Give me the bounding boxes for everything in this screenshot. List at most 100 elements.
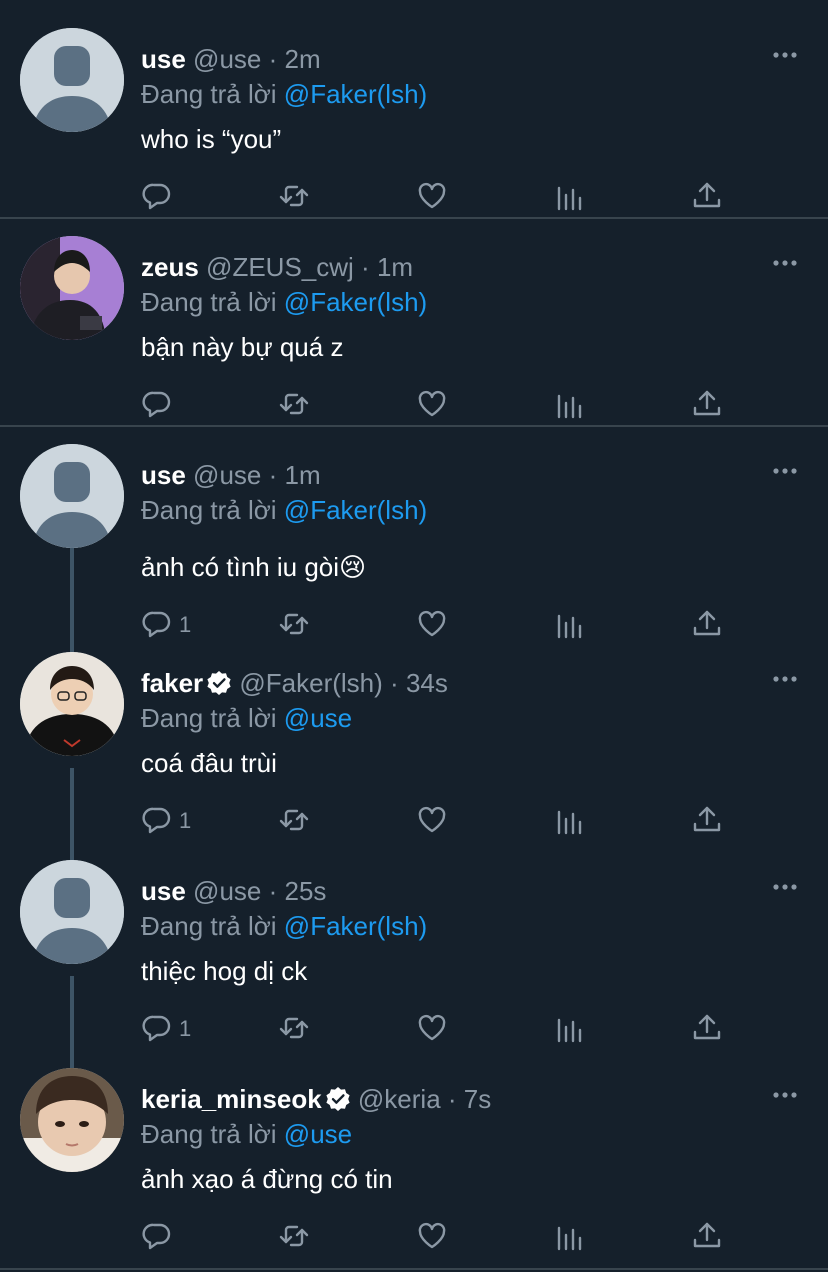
avatar[interactable]	[20, 444, 124, 548]
retweet-button[interactable]	[278, 804, 310, 838]
tweet[interactable]: keria_minseok @keria · 7s Đang trả lời @…	[0, 1068, 828, 1268]
reply-button[interactable]: 1	[141, 1012, 191, 1046]
tweet-actions	[141, 388, 741, 422]
retweet-icon	[279, 185, 309, 207]
more-options-icon[interactable]	[772, 878, 798, 896]
replying-to: Đang trả lời @Faker(lsh)	[141, 77, 427, 111]
display-name[interactable]: use	[141, 44, 186, 74]
tweet-actions: 1	[141, 1012, 741, 1046]
reply-icon	[142, 807, 171, 834]
user-handle[interactable]: @Faker(lsh)	[239, 668, 382, 698]
user-handle[interactable]: @use	[193, 460, 261, 490]
faker-photo-image	[20, 652, 124, 756]
more-options-icon[interactable]	[772, 1086, 798, 1104]
timestamp[interactable]: 34s	[406, 668, 448, 698]
analytics-button[interactable]	[554, 388, 586, 422]
avatar[interactable]	[20, 860, 124, 964]
analytics-button[interactable]	[554, 1220, 586, 1254]
user-handle[interactable]: @use	[193, 876, 261, 906]
tweet[interactable]: use @use · 2m Đang trả lời @Faker(lsh) w…	[0, 28, 828, 228]
more-options-icon[interactable]	[772, 462, 798, 480]
display-name[interactable]: use	[141, 876, 186, 906]
mention-link[interactable]: @Faker(lsh)	[284, 287, 427, 317]
reply-button[interactable]: 1	[141, 608, 191, 642]
share-button[interactable]	[691, 608, 723, 642]
like-button[interactable]	[416, 804, 448, 838]
share-button[interactable]	[691, 180, 723, 214]
analytics-button[interactable]	[554, 804, 586, 838]
share-button[interactable]	[691, 1012, 723, 1046]
reply-button[interactable]	[141, 388, 179, 422]
user-handle[interactable]: @ZEUS_cwj	[206, 252, 354, 282]
mention-link[interactable]: @Faker(lsh)	[284, 911, 427, 941]
replying-to: Đang trả lời @Faker(lsh)	[141, 493, 427, 527]
analytics-button[interactable]	[554, 608, 586, 642]
separator-dot: ·	[447, 1084, 457, 1114]
tweet-actions	[141, 1220, 741, 1254]
avatar[interactable]	[20, 28, 124, 132]
avatar[interactable]	[20, 1068, 124, 1172]
more-options-icon[interactable]	[772, 254, 798, 272]
retweet-icon	[279, 809, 309, 831]
like-button[interactable]	[416, 180, 448, 214]
share-icon	[693, 182, 721, 208]
mention-link[interactable]: @Faker(lsh)	[284, 79, 427, 109]
more-options-icon[interactable]	[772, 46, 798, 64]
tweet-divider	[0, 1268, 828, 1270]
timestamp[interactable]: 1m	[377, 252, 413, 282]
analytics-button[interactable]	[554, 1012, 586, 1046]
retweet-button[interactable]	[278, 1012, 310, 1046]
retweet-button[interactable]	[278, 388, 310, 422]
display-name[interactable]: zeus	[141, 252, 199, 282]
share-icon	[693, 610, 721, 636]
more-options-icon[interactable]	[772, 670, 798, 688]
like-button[interactable]	[416, 608, 448, 642]
heart-icon	[418, 182, 446, 209]
user-handle[interactable]: @use	[193, 44, 261, 74]
like-button[interactable]	[416, 388, 448, 422]
analytics-icon	[557, 186, 582, 211]
replying-prefix: Đang trả lời	[141, 1119, 277, 1149]
reply-button[interactable]	[141, 1220, 179, 1254]
mention-link[interactable]: @use	[284, 703, 352, 733]
mention-link[interactable]: @use	[284, 1119, 352, 1149]
reply-button[interactable]: 1	[141, 804, 191, 838]
display-name[interactable]: use	[141, 460, 186, 490]
mention-link[interactable]: @Faker(lsh)	[284, 495, 427, 525]
share-button[interactable]	[691, 1220, 723, 1254]
analytics-button[interactable]	[554, 180, 586, 214]
share-icon	[693, 390, 721, 416]
retweet-button[interactable]	[278, 608, 310, 642]
share-button[interactable]	[691, 804, 723, 838]
tweet-text: thiệc hog dị ck	[141, 956, 308, 986]
timestamp[interactable]: 7s	[464, 1084, 491, 1114]
retweet-button[interactable]	[278, 180, 310, 214]
tweet-divider	[0, 425, 828, 427]
share-button[interactable]	[691, 388, 723, 422]
tweet[interactable]: use @use · 25s Đang trả lời @Faker(lsh) …	[0, 860, 828, 1060]
avatar[interactable]	[20, 236, 124, 340]
like-button[interactable]	[416, 1012, 448, 1046]
reply-icon	[142, 183, 171, 210]
display-name[interactable]: keria_minseok	[141, 1084, 322, 1114]
timestamp[interactable]: 25s	[285, 876, 327, 906]
retweet-button[interactable]	[278, 1220, 310, 1254]
retweet-icon	[279, 1017, 309, 1039]
avatar[interactable]	[20, 652, 124, 756]
like-button[interactable]	[416, 1220, 448, 1254]
replying-prefix: Đang trả lời	[141, 287, 277, 317]
tweet[interactable]: faker @Faker(lsh) · 34s Đang trả lời @us…	[0, 652, 828, 852]
tweet[interactable]: zeus @ZEUS_cwj · 1m Đang trả lời @Faker(…	[0, 236, 828, 436]
replying-to: Đang trả lời @use	[141, 701, 352, 735]
replying-to: Đang trả lời @Faker(lsh)	[141, 909, 427, 943]
reply-button[interactable]	[141, 180, 179, 214]
heart-icon	[418, 1222, 446, 1249]
analytics-icon	[557, 614, 582, 639]
timestamp[interactable]: 2m	[285, 44, 321, 74]
tweet[interactable]: use @use · 1m Đang trả lời @Faker(lsh) ả…	[0, 444, 828, 644]
timestamp[interactable]: 1m	[285, 460, 321, 490]
tweet-text: bận này bự quá z	[141, 332, 344, 362]
user-handle[interactable]: @keria	[358, 1084, 441, 1114]
separator-dot: ·	[268, 876, 278, 906]
display-name[interactable]: faker	[141, 668, 203, 698]
